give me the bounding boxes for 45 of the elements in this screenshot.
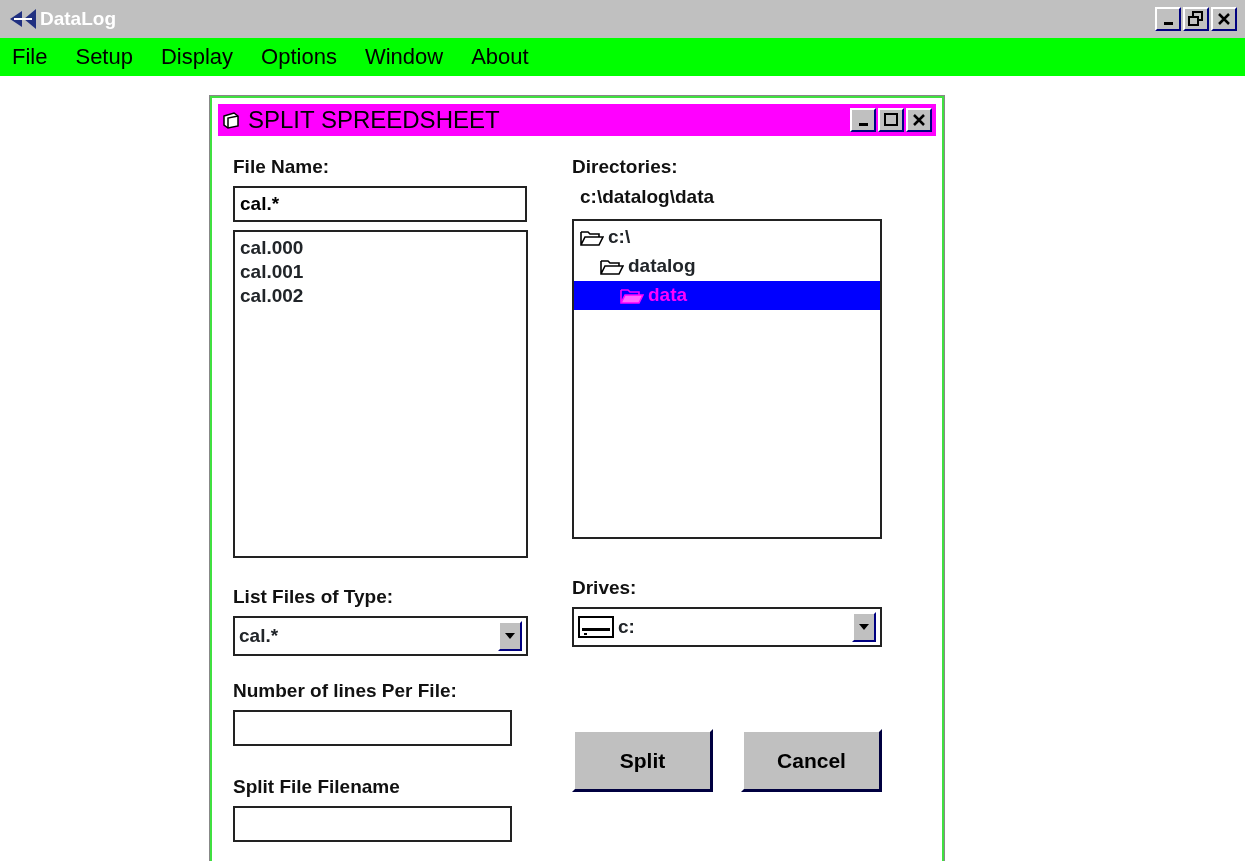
dialog-button[interactable]: Split [572,729,713,792]
folder-icon [620,286,644,305]
app-logo-icon [8,7,38,31]
menu-item[interactable]: File [12,46,48,68]
drives-dropdown[interactable]: c: [572,607,882,647]
file-type-dropdown[interactable]: cal.* [233,616,528,656]
close-button[interactable] [1211,7,1237,31]
restore-button[interactable] [1183,7,1209,31]
maximize-icon [883,112,899,128]
directory-path: c:\datalog\data [580,186,716,208]
menu-item[interactable]: Window [364,46,444,68]
close-icon [1217,12,1231,26]
maximize-button[interactable] [878,108,904,132]
field-label: Directories: [572,156,679,178]
menu-item[interactable]: Setup [75,46,133,68]
minimize-button[interactable] [850,108,876,132]
directory-tree-item[interactable]: datalog [574,252,880,281]
lines-per-file-field[interactable] [233,710,512,746]
document-icon [222,111,242,129]
file-name-field[interactable]: cal.* [233,186,527,222]
folder-icon [600,257,624,276]
minimize-icon [1163,22,1173,25]
directory-tree-item[interactable]: c:\ [574,223,880,252]
close-button[interactable] [906,108,932,132]
minimize-button[interactable] [1155,7,1181,31]
menu-item[interactable]: Options [261,46,337,68]
file-list-item[interactable]: cal.000 [240,236,521,260]
menu-item[interactable]: About [471,46,529,68]
dialog-button[interactable]: Cancel [741,729,882,792]
restore-icon [1188,11,1204,27]
file-list-item[interactable]: cal.002 [240,284,521,308]
close-icon [912,113,926,127]
dialog-title: SPLIT SPREEDSHEET [248,108,501,132]
folder-icon [580,228,604,247]
drive-icon [578,615,614,639]
file-list-item[interactable]: cal.001 [240,260,521,284]
split-filename-field[interactable] [233,806,512,842]
field-label: List Files of Type: [233,586,395,608]
field-label: Number of lines Per File: [233,680,458,702]
field-label: Split File Filename [233,776,401,798]
window-title: DataLog [40,6,116,31]
field-label: Drives: [572,577,638,599]
field-label: File Name: [233,156,331,178]
menu-item[interactable]: Display [160,46,234,68]
minimize-icon [858,123,868,126]
